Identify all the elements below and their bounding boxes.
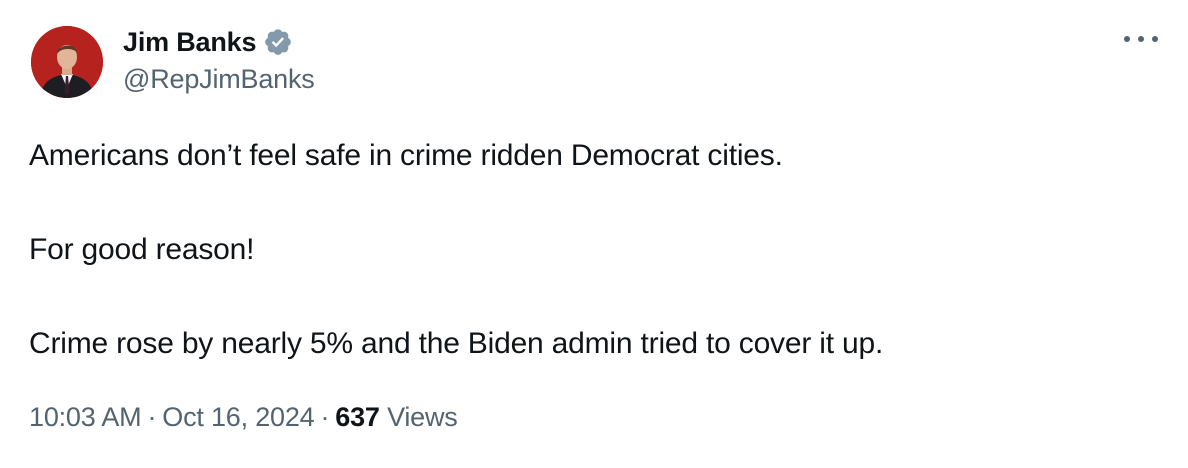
avatar[interactable]	[31, 26, 103, 98]
tweet-date[interactable]: Oct 16, 2024	[162, 402, 314, 432]
more-dot	[1138, 36, 1144, 42]
tweet-paragraph: For good reason!	[29, 233, 255, 266]
verified-badge-icon[interactable]	[263, 27, 293, 57]
meta-separator: ·	[147, 402, 157, 432]
tweet-text: Americans don’t feel safe in crime ridde…	[29, 138, 1159, 362]
more-dot	[1124, 36, 1130, 42]
meta-separator: ·	[320, 402, 330, 432]
tweet-time[interactable]: 10:03 AM	[29, 402, 142, 432]
views-count[interactable]: 637	[335, 402, 380, 432]
more-dot	[1152, 36, 1158, 42]
views-label[interactable]: Views	[387, 402, 458, 432]
tweet-paragraph: Americans don’t feel safe in crime ridde…	[29, 139, 783, 172]
tweet-paragraph: Crime rose by nearly 5% and the Biden ad…	[29, 327, 884, 360]
tweet-card: Jim Banks @RepJimBanks Americans don’t f…	[0, 0, 1188, 468]
display-name[interactable]: Jim Banks	[123, 27, 256, 58]
avatar-photo	[31, 26, 103, 98]
tweet-meta: 10:03 AM · Oct 16, 2024 · 637 Views	[29, 402, 458, 433]
user-handle[interactable]: @RepJimBanks	[123, 64, 315, 95]
name-row: Jim Banks	[123, 25, 293, 59]
more-options-icon[interactable]	[1124, 28, 1158, 50]
